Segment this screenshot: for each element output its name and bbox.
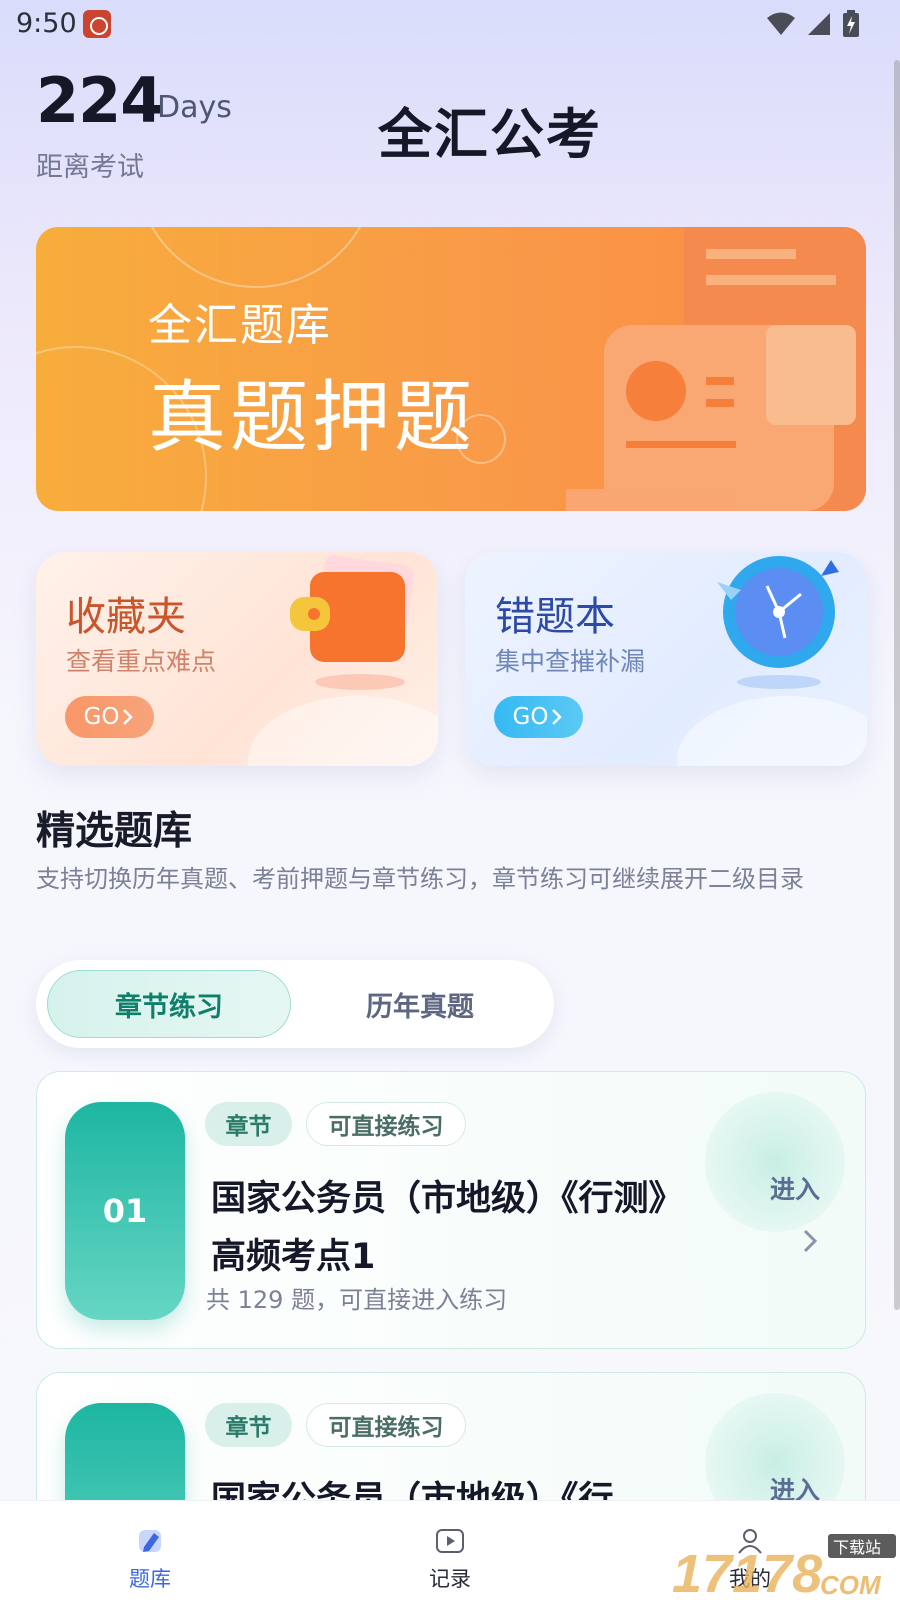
nav-label: 记录 [429,1567,471,1591]
go-label: GO [512,704,549,730]
chapter-tag: 章节 [205,1403,292,1447]
go-label: GO [83,704,120,730]
tab-switch: 章节练习 历年真题 [36,960,554,1048]
banner-subtitle: 全汇题库 [148,300,332,351]
days-unit: Days [157,90,232,125]
wrong-answers-desc: 集中查摧补漏 [495,647,646,676]
status-bar: 9:50 [0,0,900,50]
enter-button[interactable]: 进入 [770,1170,820,1206]
wrong-answers-title: 错题本 [495,594,615,640]
scrollbar[interactable] [894,60,900,1310]
chapter-subtitle: 共 129 题，可直接进入练习 [206,1286,508,1314]
pen-icon [139,1530,161,1552]
banner-title: 真题押题 [148,373,477,463]
chapter-title: 国家公务员（市地级）《行测》高频考点1 [211,1179,667,1277]
chapter-tag: 章节 [205,1102,292,1146]
document-illustration [566,227,866,511]
wrong-answers-go-button[interactable]: GO [494,696,583,738]
favorites-card[interactable]: 收藏夹 查看重点难点 GO [36,552,438,766]
nav-label: 题库 [129,1567,171,1591]
chevron-right-icon [123,709,134,725]
chapter-card[interactable]: 01 章节 可直接练习 国家公务员（市地级）《行测》高频考点1 共 129 题，… [36,1071,866,1349]
wallet-icon [290,555,414,690]
card-decoration [677,696,867,766]
section-description: 支持切换历年真题、考前押题与章节练习，章节练习可继续展开二级目录 [36,865,804,893]
watermark-logo: 17178 下载站 COM [672,1534,896,1600]
status-icons [766,10,860,38]
nav-item-question-bank[interactable]: 题库 [50,1501,250,1600]
favorites-title: 收藏夹 [66,594,186,640]
tab-past-exams[interactable]: 历年真题 [298,970,542,1038]
svg-text:COM: COM [820,1570,882,1600]
card-decoration [248,696,438,766]
signal-icon [808,13,830,35]
nav-item-records[interactable]: 记录 [350,1501,550,1600]
section-title: 精选题库 [36,809,193,854]
app-title: 全汇公考 [378,103,602,166]
svg-text:下载站: 下载站 [833,1538,881,1557]
notification-app-icon [83,10,111,38]
play-icon [436,1529,464,1553]
favorites-desc: 查看重点难点 [66,647,217,676]
wifi-icon [767,12,795,35]
chevron-right-icon [552,709,563,725]
chevron-right-icon[interactable] [794,1225,826,1257]
svg-text:17178: 17178 [672,1544,822,1600]
direct-practice-tag: 可直接练习 [306,1403,466,1447]
battery-icon [843,10,859,37]
favorites-go-button[interactable]: GO [65,696,154,738]
status-time: 9:50 [16,8,77,39]
days-count: 224 [36,64,163,137]
promo-banner[interactable]: 全汇题库 真题押题 [36,227,866,511]
card-decoration [705,1092,845,1232]
direct-practice-tag: 可直接练习 [306,1102,466,1146]
days-caption: 距离考试 [36,152,144,183]
tab-chapter-practice[interactable]: 章节练习 [47,970,291,1038]
wrong-answers-card[interactable]: 错题本 集中查摧补漏 GO [465,552,867,766]
target-icon [717,556,839,689]
chapter-number: 01 [65,1102,185,1320]
